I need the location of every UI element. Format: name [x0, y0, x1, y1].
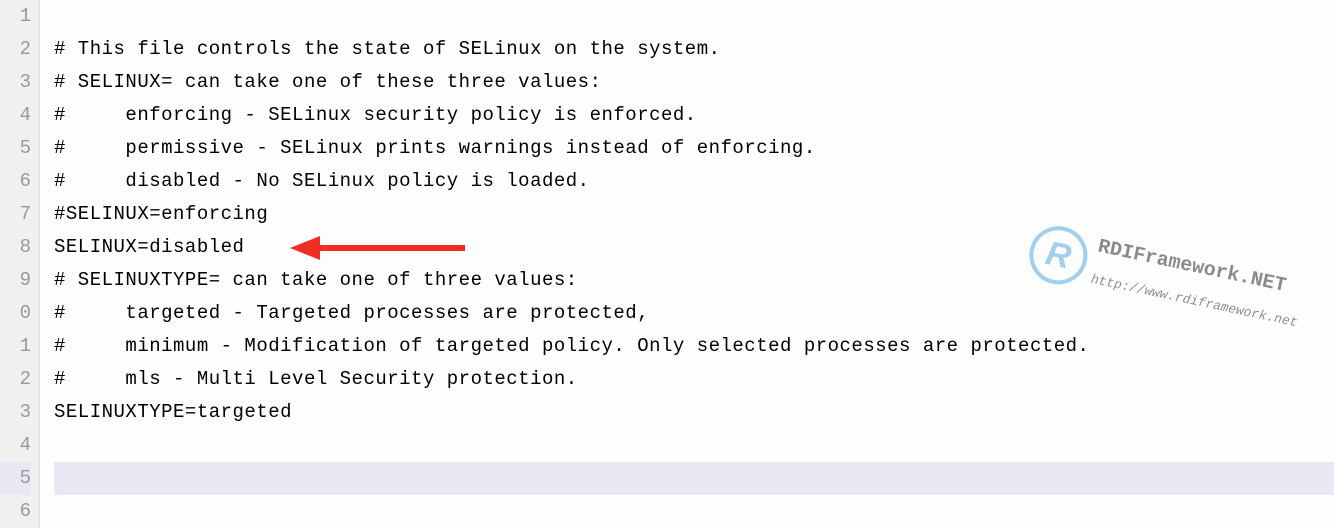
- line-number: 6: [0, 495, 31, 528]
- code-line[interactable]: # SELINUX= can take one of these three v…: [54, 66, 1334, 99]
- code-line[interactable]: # This file controls the state of SELinu…: [54, 33, 1334, 66]
- code-area[interactable]: R RDIFramework.NET http://www.rdiframewo…: [40, 0, 1334, 528]
- code-line[interactable]: # SELINUXTYPE= can take one of three val…: [54, 264, 1334, 297]
- line-number: 2: [0, 363, 31, 396]
- line-number: 1: [0, 0, 31, 33]
- code-line[interactable]: SELINUX=disabled: [54, 231, 1334, 264]
- line-number: 1: [0, 330, 31, 363]
- code-line[interactable]: # disabled - No SELinux policy is loaded…: [54, 165, 1334, 198]
- line-number: 4: [0, 429, 31, 462]
- code-line[interactable]: SELINUXTYPE=targeted: [54, 396, 1334, 429]
- line-number: 3: [0, 66, 31, 99]
- code-line[interactable]: # enforcing - SELinux security policy is…: [54, 99, 1334, 132]
- line-number: 6: [0, 165, 31, 198]
- code-line[interactable]: # mls - Multi Level Security protection.: [54, 363, 1334, 396]
- line-number: 2: [0, 33, 31, 66]
- code-line[interactable]: # minimum - Modification of targeted pol…: [54, 330, 1334, 363]
- line-number-gutter: 1234567890123456: [0, 0, 40, 528]
- code-line[interactable]: [54, 462, 1334, 495]
- line-number: 7: [0, 198, 31, 231]
- line-number: 0: [0, 297, 31, 330]
- line-number: 5: [0, 462, 31, 495]
- line-number: 5: [0, 132, 31, 165]
- code-line[interactable]: # permissive - SELinux prints warnings i…: [54, 132, 1334, 165]
- code-line[interactable]: [54, 429, 1334, 462]
- code-line[interactable]: [54, 0, 1334, 33]
- line-number: 3: [0, 396, 31, 429]
- line-number: 4: [0, 99, 31, 132]
- code-line[interactable]: # targeted - Targeted processes are prot…: [54, 297, 1334, 330]
- text-editor: 1234567890123456 R RDIFramework.NET http…: [0, 0, 1334, 528]
- line-number: 9: [0, 264, 31, 297]
- code-line[interactable]: #SELINUX=enforcing: [54, 198, 1334, 231]
- code-line[interactable]: [54, 495, 1334, 528]
- line-number: 8: [0, 231, 31, 264]
